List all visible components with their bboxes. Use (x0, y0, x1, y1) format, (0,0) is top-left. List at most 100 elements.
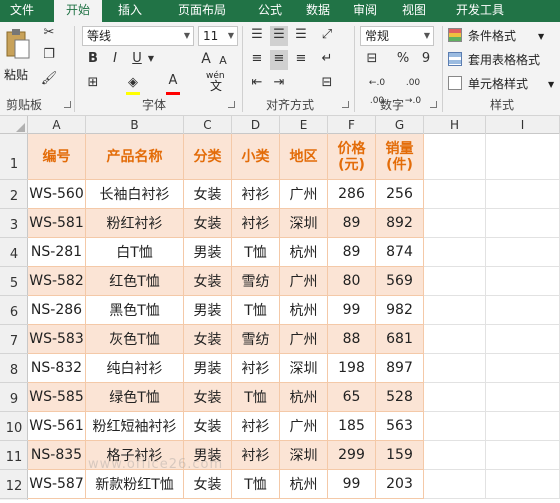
table-cell[interactable]: 女装 (184, 209, 232, 238)
italic-button[interactable]: I (106, 50, 124, 70)
row-header-2[interactable]: 2 (0, 180, 28, 209)
borders-icon[interactable]: ⊞ (84, 74, 102, 94)
empty-cell[interactable] (424, 470, 486, 499)
font-color-button[interactable]: A (164, 72, 182, 92)
tab-3[interactable]: 页面布局 (160, 0, 244, 22)
fill-color-icon[interactable]: ◈ (124, 74, 142, 94)
tab-4[interactable]: 公式 (250, 0, 290, 22)
row-header-3[interactable]: 3 (0, 209, 28, 238)
empty-cell[interactable] (424, 238, 486, 267)
empty-cell[interactable] (486, 296, 560, 325)
table-cell[interactable]: NS-835 (28, 441, 86, 470)
header-cell[interactable]: 销量 (件) (376, 134, 424, 180)
empty-cell[interactable] (486, 325, 560, 354)
table-cell[interactable]: NS-281 (28, 238, 86, 267)
table-cell[interactable]: 衬衫 (232, 209, 280, 238)
table-cell[interactable]: 65 (328, 383, 376, 412)
align-left-icon[interactable]: ≡ (248, 50, 266, 70)
table-cell[interactable]: T恤 (232, 470, 280, 499)
accounting-format-icon[interactable]: ⊟ (362, 50, 382, 70)
tab-0[interactable]: 文件 (0, 0, 44, 22)
table-cell[interactable]: WS-560 (28, 180, 86, 209)
table-cell[interactable]: 892 (376, 209, 424, 238)
alignment-launcher-icon[interactable] (342, 101, 349, 108)
table-cell[interactable]: 88 (328, 325, 376, 354)
table-cell[interactable]: 红色T恤 (86, 267, 184, 296)
table-cell[interactable]: 185 (328, 412, 376, 441)
underline-dropdown-icon[interactable]: ▼ (146, 50, 156, 70)
table-cell[interactable]: 女装 (184, 412, 232, 441)
table-cell[interactable]: T恤 (232, 296, 280, 325)
table-cell[interactable]: 80 (328, 267, 376, 296)
table-cell[interactable]: 203 (376, 470, 424, 499)
font-name-select[interactable]: 等线 ▼ (82, 26, 194, 46)
table-cell[interactable]: 长袖白衬衫 (86, 180, 184, 209)
wrap-text-icon[interactable]: ↵ (318, 50, 336, 70)
table-cell[interactable]: 粉红短袖衬衫 (86, 412, 184, 441)
row-header-5[interactable]: 5 (0, 267, 28, 296)
empty-cell[interactable] (424, 383, 486, 412)
cell-styles-button[interactable]: 单元格样式 ▼ (448, 74, 560, 94)
table-cell[interactable]: 299 (328, 441, 376, 470)
tab-8[interactable]: 开发工具 (442, 0, 518, 22)
table-cell[interactable]: 衬衫 (232, 354, 280, 383)
column-header-e[interactable]: E (280, 116, 328, 134)
table-cell[interactable]: 衬衫 (232, 412, 280, 441)
row-header-12[interactable]: 12 (0, 470, 28, 499)
table-cell[interactable]: 874 (376, 238, 424, 267)
empty-cell[interactable] (424, 134, 486, 180)
align-right-icon[interactable]: ≡ (292, 50, 310, 70)
table-cell[interactable]: WS-583 (28, 325, 86, 354)
table-cell[interactable]: 女装 (184, 325, 232, 354)
empty-cell[interactable] (486, 354, 560, 383)
underline-button[interactable]: U (128, 50, 146, 70)
table-cell[interactable]: 男装 (184, 238, 232, 267)
empty-cell[interactable] (486, 441, 560, 470)
increase-decimal-icon[interactable]: ←.0.00 (362, 74, 392, 106)
align-center-icon[interactable]: ≡ (270, 50, 288, 70)
table-cell[interactable]: 深圳 (280, 441, 328, 470)
cut-icon[interactable]: ✂ (40, 24, 58, 44)
table-cell[interactable]: 广州 (280, 267, 328, 296)
table-cell[interactable]: 528 (376, 383, 424, 412)
row-header-11[interactable]: 11 (0, 441, 28, 470)
table-cell[interactable]: 681 (376, 325, 424, 354)
paste-button[interactable]: 粘贴 (4, 28, 32, 88)
table-cell[interactable]: T恤 (232, 238, 280, 267)
table-cell[interactable]: 198 (328, 354, 376, 383)
table-cell[interactable]: 纯白衬衫 (86, 354, 184, 383)
table-cell[interactable]: NS-832 (28, 354, 86, 383)
bold-button[interactable]: B (84, 50, 102, 70)
align-top-icon[interactable]: ☰ (248, 26, 266, 46)
row-header-6[interactable]: 6 (0, 296, 28, 325)
table-cell[interactable]: 99 (328, 296, 376, 325)
empty-cell[interactable] (424, 296, 486, 325)
table-cell[interactable]: WS-587 (28, 470, 86, 499)
header-cell[interactable]: 价格 (元) (328, 134, 376, 180)
column-header-d[interactable]: D (232, 116, 280, 134)
row-header-4[interactable]: 4 (0, 238, 28, 267)
table-cell[interactable]: 广州 (280, 412, 328, 441)
font-size-select[interactable]: 11 ▼ (198, 26, 238, 46)
row-header-7[interactable]: 7 (0, 325, 28, 354)
empty-cell[interactable] (424, 209, 486, 238)
table-cell[interactable]: 男装 (184, 441, 232, 470)
table-cell[interactable]: 衬衫 (232, 441, 280, 470)
table-cell[interactable]: 杭州 (280, 238, 328, 267)
increase-indent-icon[interactable]: ⇥ (270, 74, 288, 94)
column-header-h[interactable]: H (424, 116, 486, 134)
format-as-table-button[interactable]: 套用表格格式 (448, 50, 560, 70)
table-cell[interactable]: 89 (328, 209, 376, 238)
column-header-f[interactable]: F (328, 116, 376, 134)
percent-button[interactable]: % (394, 50, 412, 70)
empty-cell[interactable] (486, 209, 560, 238)
empty-cell[interactable] (486, 412, 560, 441)
table-cell[interactable]: 男装 (184, 354, 232, 383)
table-cell[interactable]: 286 (328, 180, 376, 209)
phonetic-guide-char[interactable]: 文 (210, 78, 222, 94)
table-cell[interactable]: 衬衫 (232, 180, 280, 209)
worksheet-grid[interactable]: 编号 产品名称 分类 小类 地区 价格 (元) 销量 (件) WS-560 长袖白衬衫 女装 衬衫广… (28, 134, 560, 500)
table-cell[interactable]: 256 (376, 180, 424, 209)
empty-cell[interactable] (486, 134, 560, 180)
table-cell[interactable]: 女装 (184, 383, 232, 412)
